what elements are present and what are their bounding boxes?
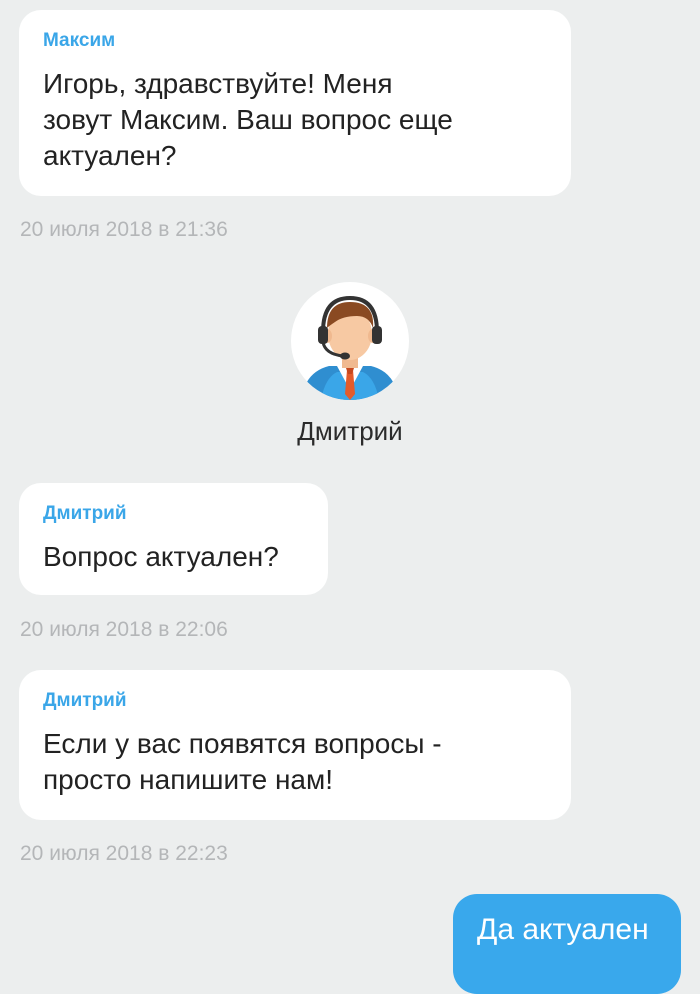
message-text: Игорь, здравствуйте! Меня зовут Максим. … xyxy=(43,66,547,174)
outgoing-message-bubble: Да актуален xyxy=(453,894,681,994)
message-bubble: Дмитрий Если у вас появятся вопросы - пр… xyxy=(19,670,571,820)
message-text: Вопрос актуален? xyxy=(43,539,304,575)
message-sender-name: Дмитрий xyxy=(43,690,127,711)
message-timestamp: 20 июля 2018 в 22:23 xyxy=(20,842,228,865)
message-bubble: Дмитрий Вопрос актуален? xyxy=(19,483,328,595)
message-text-line: актуален? xyxy=(43,140,177,171)
message-text-line: просто напишите нам! xyxy=(43,764,334,795)
outgoing-message-text: Да актуален xyxy=(477,913,649,946)
message-text-line: зовут Максим. Ваш вопрос еще xyxy=(43,104,453,135)
message-timestamp: 20 июля 2018 в 21:36 xyxy=(20,218,228,241)
message-bubble: Максим Игорь, здравствуйте! Меня зовут М… xyxy=(19,10,571,196)
message-sender-name: Дмитрий xyxy=(43,503,127,524)
message-text-line: Вопрос актуален? xyxy=(43,541,279,572)
support-agent-headset-icon xyxy=(301,295,399,400)
message-text: Если у вас появятся вопросы - просто нап… xyxy=(43,726,547,798)
agent-avatar xyxy=(291,282,409,400)
message-timestamp: 20 июля 2018 в 22:06 xyxy=(20,618,228,641)
agent-name: Дмитрий xyxy=(297,416,403,446)
chat-thread: Максим Игорь, здравствуйте! Меня зовут М… xyxy=(0,0,700,994)
message-text-line: Игорь, здравствуйте! Меня xyxy=(43,68,393,99)
message-text-line: Если у вас появятся вопросы - xyxy=(43,728,442,759)
message-sender-name: Максим xyxy=(43,30,116,51)
